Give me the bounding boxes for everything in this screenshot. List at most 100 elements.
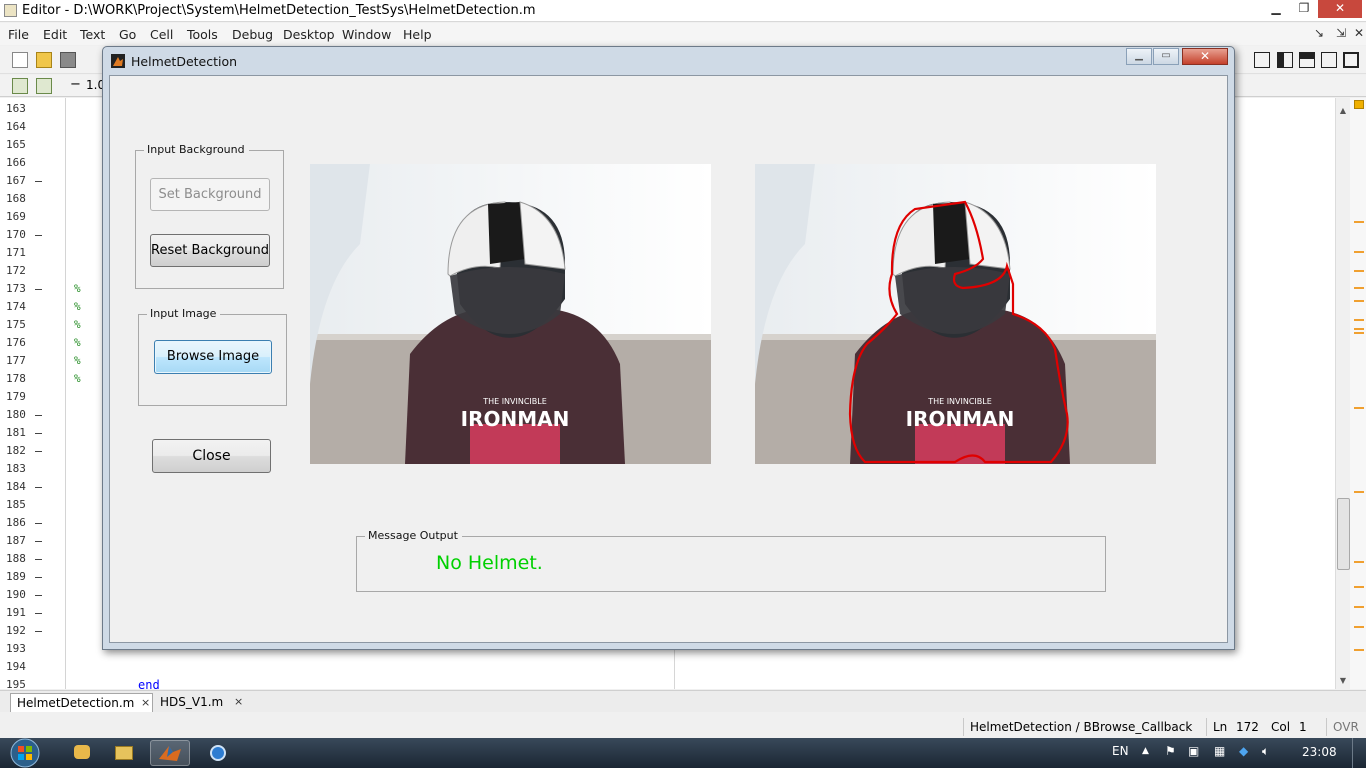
menu-desktop[interactable]: Desktop bbox=[283, 27, 335, 42]
tile-grid-icon[interactable] bbox=[1254, 52, 1270, 68]
split-horizontal-icon[interactable] bbox=[1299, 52, 1315, 68]
lint-mark[interactable] bbox=[1354, 221, 1364, 223]
line-number: 187 bbox=[6, 534, 26, 547]
restore-icon[interactable]: ❐ bbox=[1290, 0, 1318, 18]
editor-window-title: Editor - D:\WORK\Project\System\HelmetDe… bbox=[22, 3, 536, 18]
figure-minimize-icon[interactable]: ▁ bbox=[1126, 48, 1152, 65]
menu-edit[interactable]: Edit bbox=[43, 27, 67, 42]
scroll-down-icon[interactable]: ▼ bbox=[1338, 676, 1348, 685]
menu-window[interactable]: Window bbox=[342, 27, 391, 42]
breakpoint-dash[interactable] bbox=[35, 523, 42, 524]
panel-title: Input Image bbox=[147, 307, 221, 320]
line-number: 174 bbox=[6, 300, 26, 313]
taskbar-clock[interactable]: 23:08 bbox=[1302, 745, 1337, 759]
line-number: 176 bbox=[6, 336, 26, 349]
split-vertical-icon[interactable] bbox=[1277, 52, 1293, 68]
save-icon[interactable] bbox=[60, 52, 76, 68]
show-desktop-button[interactable] bbox=[1352, 738, 1366, 768]
line-number: 192 bbox=[6, 624, 26, 637]
scroll-up-icon[interactable]: ▲ bbox=[1338, 106, 1348, 115]
decrease-icon[interactable]: − bbox=[70, 77, 81, 92]
breakpoint-dash[interactable] bbox=[35, 433, 42, 434]
lint-mark[interactable] bbox=[1354, 319, 1364, 321]
breakpoint-dash[interactable] bbox=[35, 595, 42, 596]
figure-maximize-icon[interactable]: ▭ bbox=[1153, 48, 1179, 65]
breakpoint-dash[interactable] bbox=[35, 613, 42, 614]
breakpoint-dash[interactable] bbox=[35, 415, 42, 416]
vertical-scrollbar[interactable]: ▲ ▼ bbox=[1335, 98, 1350, 689]
insert-cell-icon[interactable] bbox=[12, 78, 28, 94]
lint-mark[interactable] bbox=[1354, 270, 1364, 272]
language-indicator[interactable]: EN bbox=[1112, 744, 1129, 758]
network-icon[interactable]: ▦ bbox=[1214, 744, 1225, 758]
breakpoint-dash[interactable] bbox=[35, 289, 42, 290]
breakpoint-dash[interactable] bbox=[35, 235, 42, 236]
power-icon[interactable]: ▣ bbox=[1188, 744, 1199, 758]
lint-mark[interactable] bbox=[1354, 626, 1364, 628]
set-background-button[interactable]: Set Background bbox=[150, 178, 270, 211]
windows-taskbar: EN ▲ ⚑ ▣ ▦ ◆ 🔈︎ 23:08 bbox=[0, 738, 1366, 768]
menu-help[interactable]: Help bbox=[403, 27, 432, 42]
reset-background-button[interactable]: Reset Background bbox=[150, 234, 270, 267]
lint-mark[interactable] bbox=[1354, 649, 1364, 651]
warning-indicator-icon[interactable] bbox=[1354, 100, 1364, 109]
maximize-doc-icon[interactable] bbox=[1343, 52, 1359, 68]
menu-file[interactable]: File bbox=[8, 27, 29, 42]
breakpoint-dash[interactable] bbox=[35, 577, 42, 578]
open-folder-icon[interactable] bbox=[36, 52, 52, 68]
input-background-panel: Input Background Set Background Reset Ba… bbox=[135, 143, 284, 289]
taskbar-app-people[interactable] bbox=[62, 740, 102, 766]
pin-icon[interactable]: ⇲ bbox=[1336, 26, 1346, 40]
lint-mark[interactable] bbox=[1354, 491, 1364, 493]
tab-helmetdetection[interactable]: HelmetDetection.m × bbox=[10, 693, 153, 712]
tab-close-icon[interactable]: × bbox=[234, 695, 243, 708]
lint-mark[interactable] bbox=[1354, 328, 1364, 330]
new-file-icon[interactable] bbox=[12, 52, 28, 68]
breakpoint-dash[interactable] bbox=[35, 541, 42, 542]
lint-mark[interactable] bbox=[1354, 606, 1364, 608]
close-button[interactable]: Close bbox=[152, 439, 271, 473]
menu-cell[interactable]: Cell bbox=[150, 27, 173, 42]
figure-title: HelmetDetection bbox=[131, 54, 238, 69]
start-button[interactable] bbox=[5, 738, 45, 768]
lint-mark[interactable] bbox=[1354, 332, 1364, 334]
breakpoint-dash[interactable] bbox=[35, 487, 42, 488]
taskbar-app-figure[interactable] bbox=[198, 740, 238, 766]
menu-text[interactable]: Text bbox=[80, 27, 105, 42]
lint-mark[interactable] bbox=[1354, 586, 1364, 588]
editor-close-button[interactable]: ✕ bbox=[1318, 0, 1362, 18]
close-doc-icon[interactable]: ✕ bbox=[1354, 26, 1364, 40]
lint-mark[interactable] bbox=[1354, 251, 1364, 253]
browse-image-button[interactable]: Browse Image bbox=[154, 340, 272, 374]
tab-close-icon[interactable]: × bbox=[141, 696, 150, 709]
undock-icon[interactable]: ↘ bbox=[1314, 26, 1324, 40]
breakpoint-dash[interactable] bbox=[35, 181, 42, 182]
tab-hds-v1[interactable]: HDS_V1.m × bbox=[154, 693, 246, 712]
menu-go[interactable]: Go bbox=[119, 27, 136, 42]
float-window-icon[interactable] bbox=[1321, 52, 1337, 68]
lint-mark[interactable] bbox=[1354, 407, 1364, 409]
lint-mark[interactable] bbox=[1354, 287, 1364, 289]
shirt-print: THE INVINCIBLE bbox=[482, 397, 547, 406]
taskbar-app-explorer[interactable] bbox=[104, 740, 144, 766]
minimize-icon[interactable]: ▁ bbox=[1262, 0, 1290, 18]
figure-close-button[interactable]: ✕ bbox=[1182, 48, 1228, 65]
breakpoint-dash[interactable] bbox=[35, 559, 42, 560]
breakpoint-dash[interactable] bbox=[35, 451, 42, 452]
breakpoint-dash[interactable] bbox=[35, 631, 42, 632]
show-hidden-icons-icon[interactable]: ▲ bbox=[1142, 746, 1149, 756]
line-number: 179 bbox=[6, 390, 26, 403]
action-center-flag-icon[interactable]: ⚑ bbox=[1165, 744, 1176, 758]
menu-debug[interactable]: Debug bbox=[232, 27, 273, 42]
figure-titlebar[interactable]: HelmetDetection ▁ ▭ ✕ bbox=[103, 47, 1234, 75]
evaluate-cell-icon[interactable] bbox=[36, 78, 52, 94]
dropbox-icon[interactable]: ◆ bbox=[1239, 744, 1248, 758]
status-function: HelmetDetection / BBrowse_Callback bbox=[963, 718, 1206, 736]
lint-mark[interactable] bbox=[1354, 300, 1364, 302]
lint-mark[interactable] bbox=[1354, 561, 1364, 563]
menu-tools[interactable]: Tools bbox=[187, 27, 218, 42]
status-mode: OVR bbox=[1326, 718, 1366, 736]
volume-icon[interactable]: 🔈︎ bbox=[1262, 744, 1269, 759]
scroll-thumb[interactable] bbox=[1337, 498, 1350, 570]
taskbar-app-matlab[interactable] bbox=[150, 740, 190, 766]
